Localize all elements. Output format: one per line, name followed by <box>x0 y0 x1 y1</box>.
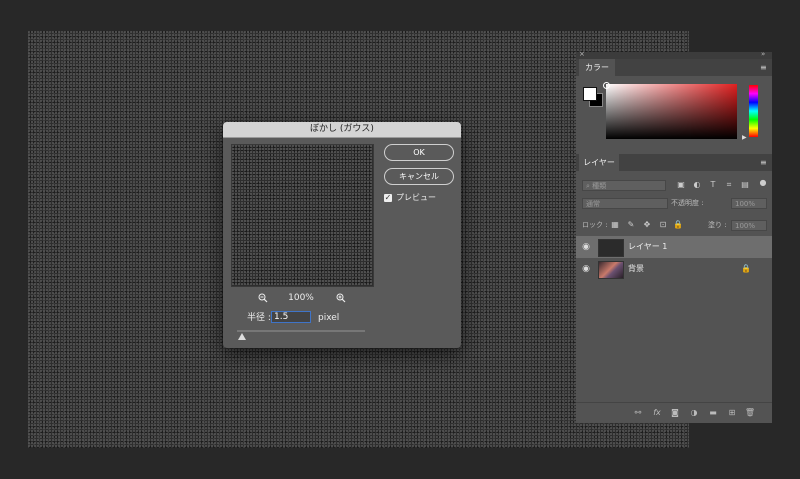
layers-panel-tabbar: レイヤー ≡ <box>576 154 772 171</box>
gaussian-blur-dialog: ぼかし (ガウス) 100% 半径 : pixel OK キャンセル ✓ プレビ… <box>223 122 461 348</box>
fx-icon[interactable]: fx <box>651 407 663 419</box>
radius-label: 半径 : <box>247 313 271 323</box>
layer-thumbnail <box>598 239 624 257</box>
lock-label: ロック : <box>582 221 608 229</box>
panel-dock: × » カラー ≡ ▶ レイヤー ≡ ⌕ 種類 ▣ ◐ T ⌗ ▤ ● 通常 不… <box>576 50 772 423</box>
add-mask-icon[interactable]: ◙ <box>669 407 681 419</box>
eye-icon[interactable]: ◉ <box>579 258 593 280</box>
filter-adjustment-layer-icon[interactable]: ◐ <box>692 180 702 190</box>
search-icon: ⌕ <box>586 182 590 190</box>
filter-toggle-icon[interactable]: ● <box>758 178 768 188</box>
lock-image-pixels-icon[interactable]: ✎ <box>626 220 636 230</box>
filter-type-layer-icon[interactable]: T <box>708 180 718 190</box>
preview-checkbox[interactable]: ✓ <box>384 194 392 202</box>
close-icon[interactable]: × <box>579 50 585 59</box>
dialog-title: ぼかし (ガウス) <box>310 124 374 134</box>
radius-slider-track[interactable] <box>237 330 365 332</box>
tab-color[interactable]: カラー <box>579 59 615 76</box>
filter-shape-layer-icon[interactable]: ⌗ <box>724 180 734 190</box>
layer-row-layer1[interactable]: ◉ レイヤー 1 <box>576 236 772 258</box>
delete-layer-icon[interactable]: 🗑 <box>744 407 756 419</box>
opacity-input[interactable]: 100% <box>731 198 767 209</box>
preview-label: プレビュー <box>396 193 436 202</box>
panel-topbar: × » <box>576 50 772 59</box>
check-icon: ✓ <box>384 193 392 202</box>
dialog-titlebar[interactable]: ぼかし (ガウス) <box>223 122 461 138</box>
blend-mode-select[interactable]: 通常 <box>582 198 668 209</box>
link-layers-icon[interactable]: ⚯ <box>632 407 644 419</box>
filter-preview[interactable] <box>231 144 374 287</box>
filter-pixel-layer-icon[interactable]: ▣ <box>676 180 686 190</box>
lock-transparent-pixels-icon[interactable]: ▦ <box>610 220 620 230</box>
color-field[interactable] <box>606 84 737 139</box>
filter-smart-object-icon[interactable]: ▤ <box>740 180 750 190</box>
color-panel-menu-icon[interactable]: ≡ <box>760 64 769 72</box>
hue-slider-arrow-icon[interactable]: ▶ <box>742 135 747 141</box>
lock-all-icon[interactable]: 🔒 <box>673 220 683 230</box>
tab-layers[interactable]: レイヤー <box>579 154 619 171</box>
zoom-out-icon[interactable] <box>258 293 268 303</box>
layer-thumbnail <box>598 261 624 279</box>
color-panel-tabbar: カラー ≡ <box>576 59 772 76</box>
layers-bottom-bar: ⚯ fx ◙ ◑ ▬ ⊞ 🗑 <box>576 402 772 423</box>
fill-label: 塗り : <box>708 221 727 229</box>
hue-slider[interactable] <box>749 85 758 137</box>
layer-filter-kind: 種類 <box>592 182 607 190</box>
radius-input[interactable] <box>271 311 311 323</box>
color-picker-cursor[interactable] <box>603 82 610 89</box>
layer-name[interactable]: レイヤー 1 <box>628 236 667 258</box>
foreground-color-swatch-front[interactable] <box>583 87 597 101</box>
fill-input[interactable]: 100% <box>731 220 767 231</box>
lock-icon: 🔒 <box>741 264 751 273</box>
layers-panel-menu-icon[interactable]: ≡ <box>760 159 769 167</box>
new-layer-icon[interactable]: ⊞ <box>726 407 738 419</box>
cancel-button[interactable]: キャンセル <box>384 168 454 185</box>
adjustment-layer-icon[interactable]: ◑ <box>688 407 700 419</box>
opacity-label: 不透明度 : <box>671 199 704 207</box>
zoom-level: 100% <box>288 293 314 303</box>
radius-slider-thumb[interactable] <box>238 333 247 340</box>
layer-row-background[interactable]: ◉ 背景 🔒 <box>576 258 772 280</box>
ok-button[interactable]: OK <box>384 144 454 161</box>
new-group-icon[interactable]: ▬ <box>707 407 719 419</box>
layer-filter-select[interactable]: ⌕ 種類 <box>582 180 666 191</box>
radius-unit: pixel <box>318 313 340 323</box>
lock-position-icon[interactable]: ✥ <box>642 220 652 230</box>
eye-icon[interactable]: ◉ <box>579 236 593 258</box>
collapse-icon[interactable]: » <box>761 50 765 59</box>
zoom-in-icon[interactable] <box>336 293 346 303</box>
layer-name[interactable]: 背景 <box>628 258 644 280</box>
lock-artboard-icon[interactable]: ⊡ <box>658 220 668 230</box>
